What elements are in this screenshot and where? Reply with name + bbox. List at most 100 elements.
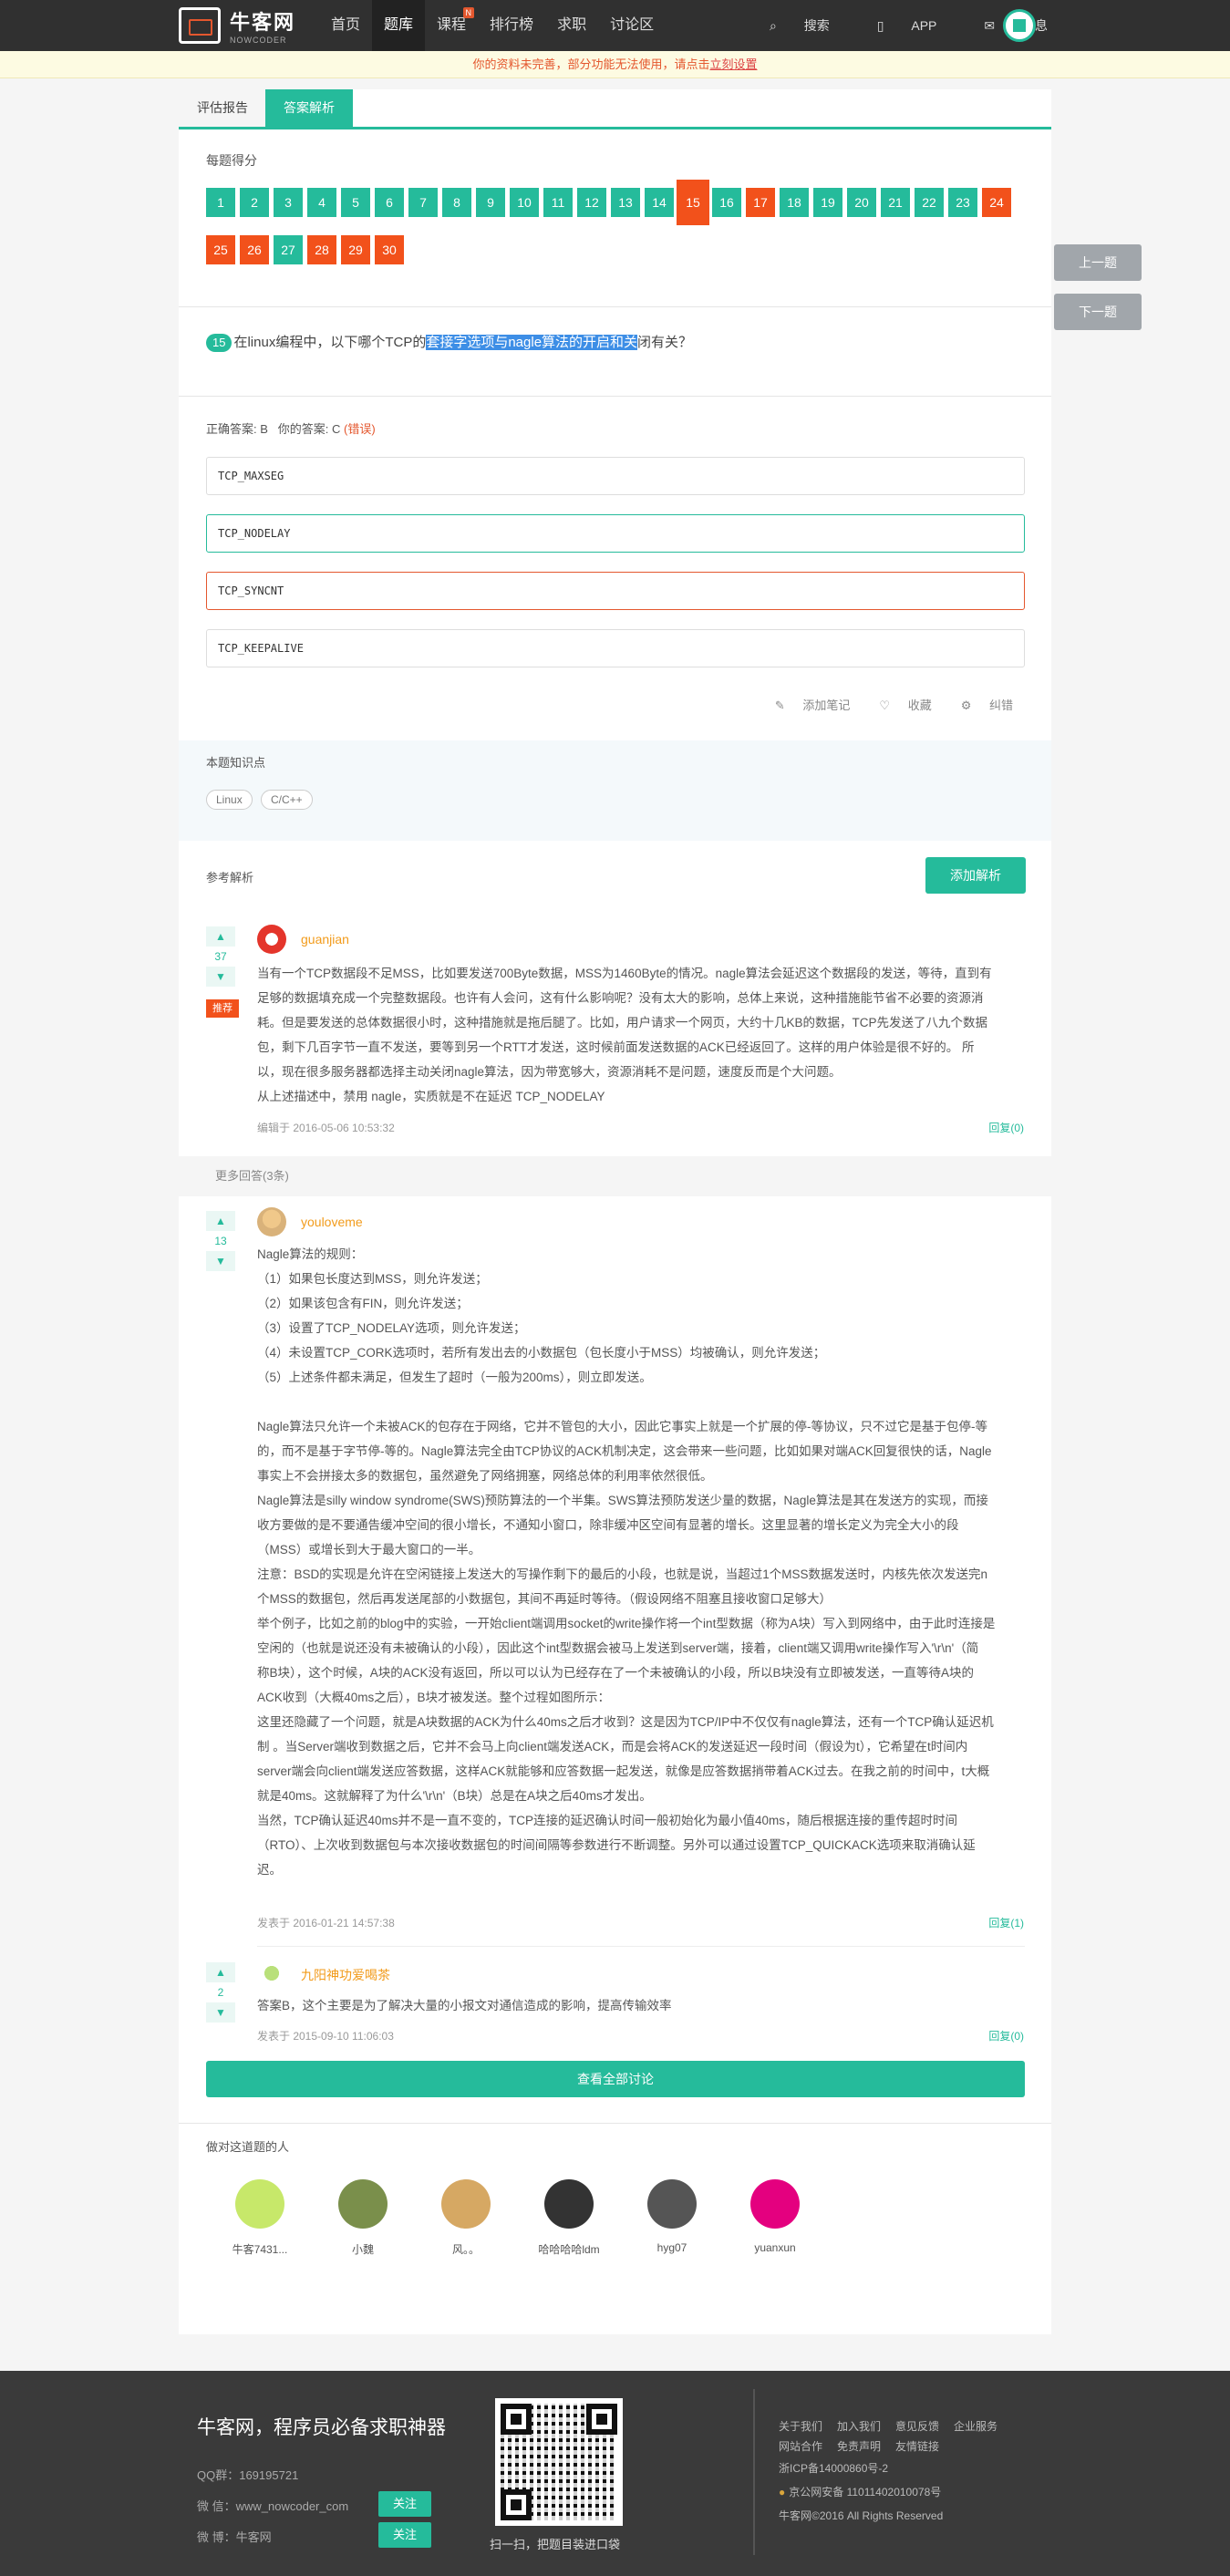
question-cell-10[interactable]: 10 [510,188,539,217]
nav-home[interactable]: 首页 [319,0,372,51]
answer-line: 耗。但是要发送的总体数据很小时，这种措施就是拖后腿了。比如，用户请求一个网页，大… [257,1016,988,1029]
question-cell-1[interactable]: 1 [206,188,235,217]
answer-line: （MSS）或增长到大于最大窗口的一半。 [257,1543,481,1557]
question-cell-18[interactable]: 18 [780,188,809,217]
question-cell-4[interactable]: 4 [307,188,336,217]
view-all-discussion-button[interactable]: 查看全部讨论 [206,2061,1025,2097]
divider [257,1946,1025,1947]
upvote-button[interactable]: ▲ [206,1211,235,1231]
downvote-button[interactable]: ▼ [206,1251,235,1271]
person-item[interactable]: 哈哈哈哈ldm [528,2179,610,2257]
nav-courses[interactable]: 课程 N [425,0,478,51]
person-item[interactable]: hyg07 [631,2179,713,2254]
question-cell-27[interactable]: 27 [274,235,303,264]
question-cell-17[interactable]: 17 [746,188,775,217]
answer-line: Nagle算法的规则： [257,1247,364,1261]
person-item[interactable]: 牛客7431... [219,2179,301,2257]
downvote-button[interactable]: ▼ [206,2002,235,2023]
footer-slogan: 牛客网，程序员必备求职神器 [197,2417,446,2438]
footer-link[interactable]: 企业服务 [954,2420,997,2433]
question-cell-23[interactable]: 23 [948,188,977,217]
question-cell-8[interactable]: 8 [442,188,471,217]
tab-report[interactable]: 评估报告 [179,89,266,127]
footer-link[interactable]: 免责声明 [837,2440,881,2453]
heart-icon: ♡ [879,698,891,712]
footer-link[interactable]: 关于我们 [779,2420,822,2433]
search-link[interactable]: ⌕ 搜索 [746,16,830,35]
add-note-button[interactable]: ✎ 添加笔记 [760,696,851,713]
upvote-button[interactable]: ▲ [206,1962,235,1982]
setup-link[interactable]: 立刻设置 [710,57,758,71]
question-cell-20[interactable]: 20 [847,188,876,217]
question-cell-12[interactable]: 12 [577,188,606,217]
post-meta: 发表于 2016-01-21 14:57:38 [257,1917,395,1929]
top-navbar: 牛客网 NOWCODER 首页 题库 课程 N 排行榜 求职 讨论区 ⌕ 搜索 ▯… [0,0,1230,51]
follow-weibo-button[interactable]: 关注 [378,2522,431,2548]
question-cell-13[interactable]: 13 [611,188,640,217]
username[interactable]: 九阳神功爱喝茶 [301,1966,390,1984]
person-item[interactable]: yuanxun [734,2179,816,2254]
prev-question-button[interactable]: 上一题 [1054,244,1142,281]
question-cell-15[interactable]: 15 [677,180,709,225]
person-name: 哈哈哈哈ldm [538,2243,600,2256]
question-cell-2[interactable]: 2 [240,188,269,217]
avatar [338,2179,388,2229]
nav-ranking[interactable]: 排行榜 [478,0,545,51]
question-cell-14[interactable]: 14 [645,188,674,217]
question-cell-19[interactable]: 19 [813,188,842,217]
question-cell-3[interactable]: 3 [274,188,303,217]
reply-link[interactable]: 回复(1) [988,1915,1024,1930]
question-cell-6[interactable]: 6 [375,188,404,217]
person-item[interactable]: 风。。 [425,2179,507,2257]
avatar [544,2179,594,2229]
question-cell-9[interactable]: 9 [476,188,505,217]
footer-link[interactable]: 友情链接 [895,2440,939,2453]
follow-wechat-button[interactable]: 关注 [378,2491,431,2517]
answer-line: （2）如果该包含有FIN，则允许发送； [257,1297,469,1310]
footer-qq: QQ群：169195721 [197,2468,299,2482]
nav-jobs[interactable]: 求职 [545,0,598,51]
tag-cpp[interactable]: C/C++ [261,790,313,810]
add-analysis-button[interactable]: 添加解析 [925,857,1026,894]
question-cell-26[interactable]: 26 [240,235,269,264]
downvote-button[interactable]: ▼ [206,967,235,987]
user-avatar[interactable] [1003,9,1036,42]
person-item[interactable]: 小魏 [322,2179,404,2257]
question-cell-5[interactable]: 5 [341,188,370,217]
question-cell-11[interactable]: 11 [543,188,573,217]
next-question-button[interactable]: 下一题 [1054,294,1142,330]
report-error-button[interactable]: ⚙ 纠错 [946,696,1013,713]
question-cell-28[interactable]: 28 [307,235,336,264]
footer-link[interactable]: 意见反馈 [895,2420,939,2433]
avatar[interactable] [257,1959,286,1988]
site-logo[interactable]: 牛客网 NOWCODER [179,5,295,46]
avatar[interactable] [257,925,286,954]
question-number: 15 [206,334,233,352]
username[interactable]: youloveme [301,1215,363,1229]
reply-link[interactable]: 回复(0) [988,2028,1024,2043]
tag-linux[interactable]: Linux [206,790,253,810]
footer-link[interactable]: 加入我们 [837,2420,881,2433]
username[interactable]: guanjian [301,932,349,947]
question-cell-22[interactable]: 22 [915,188,944,217]
footer-link[interactable]: 网站合作 [779,2440,822,2453]
upvote-button[interactable]: ▲ [206,926,235,947]
question-cell-21[interactable]: 21 [881,188,910,217]
divider [179,306,1051,307]
question-cell-29[interactable]: 29 [341,235,370,264]
logo-text: 牛客网 [230,11,296,34]
question-cell-24[interactable]: 24 [982,188,1011,217]
app-link[interactable]: ▯ APP [853,18,937,34]
question-cell-30[interactable]: 30 [375,235,404,264]
nav-discuss[interactable]: 讨论区 [598,0,666,51]
favorite-button[interactable]: ♡ 收藏 [864,696,931,713]
question-cell-25[interactable]: 25 [206,235,235,264]
reply-link[interactable]: 回复(0) [988,1120,1024,1135]
question-cell-16[interactable]: 16 [712,188,741,217]
avatar[interactable] [257,1207,286,1236]
nav-question-bank[interactable]: 题库 [372,0,426,51]
vote-box: ▲ 2 ▼ [206,1962,239,2023]
question-cell-7[interactable]: 7 [408,188,438,217]
tab-answers[interactable]: 答案解析 [265,89,353,127]
option-c: TCP_SYNCNT [206,572,1025,610]
